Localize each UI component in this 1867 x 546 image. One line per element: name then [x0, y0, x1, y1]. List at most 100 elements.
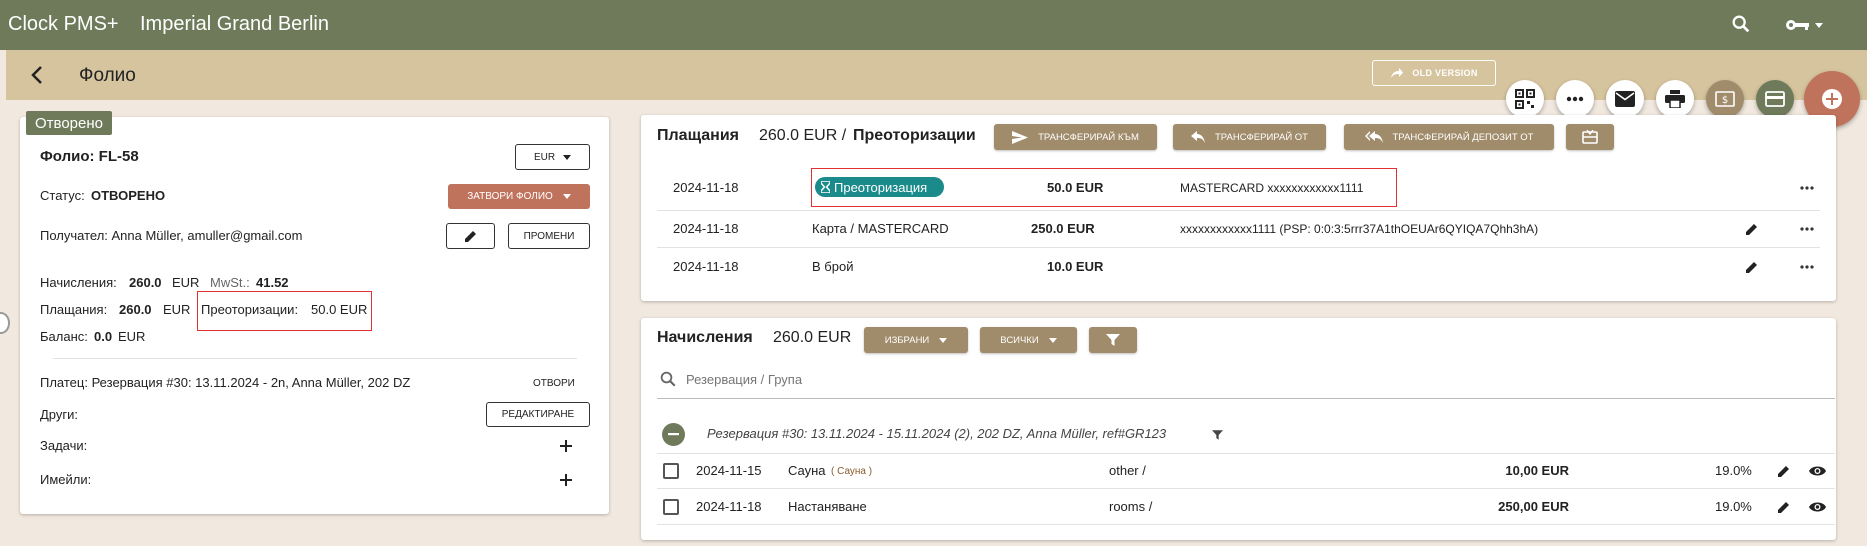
- row-divider: [657, 247, 1820, 248]
- currency-select-value: EUR: [533, 151, 556, 163]
- charge-category: rooms /: [1109, 499, 1153, 514]
- transfer-to-button[interactable]: ТРАНСФЕРИРАЙ КЪМ: [994, 124, 1157, 150]
- money-icon: $: [1715, 91, 1735, 107]
- row-divider: [657, 453, 1835, 454]
- eye-icon[interactable]: [1809, 501, 1826, 513]
- preauth-row-highlight: [811, 168, 1397, 207]
- charge-subname: ( Сауна ): [831, 466, 873, 477]
- side-panel-handle[interactable]: [0, 312, 10, 334]
- change-recipient-button[interactable]: ПРОМЕНИ: [508, 223, 590, 249]
- row-checkbox[interactable]: [663, 499, 679, 515]
- pencil-icon[interactable]: [1745, 260, 1759, 274]
- qr-code-button[interactable]: [1506, 80, 1544, 118]
- pencil-icon[interactable]: [1745, 222, 1759, 236]
- add-task-icon[interactable]: [559, 439, 573, 453]
- row-divider: [657, 524, 1835, 525]
- back-arrow-icon[interactable]: [26, 63, 50, 87]
- close-folio-label: ЗАТВОРИ ФОЛИО: [467, 191, 553, 202]
- search-icon: [660, 371, 676, 387]
- email-button[interactable]: [1606, 80, 1644, 118]
- all-filter-button[interactable]: ВСИЧКИ: [980, 327, 1077, 353]
- payment-button[interactable]: $: [1706, 80, 1744, 118]
- vat-value: 41.52: [256, 275, 289, 290]
- gift-voucher-button[interactable]: [1566, 124, 1614, 150]
- divider: [53, 358, 577, 359]
- gift-card-icon: [1582, 130, 1598, 144]
- preauth-value: 50.0 EUR: [311, 302, 368, 317]
- send-icon: [1012, 130, 1029, 144]
- transfer-deposit-label: ТРАНСФЕРИРАЙ ДЕПОЗИТ ОТ: [1392, 131, 1534, 143]
- open-reservation-link[interactable]: ОТВОРИ: [533, 378, 575, 389]
- currency-select[interactable]: EUR: [515, 144, 590, 170]
- charge-date: 2024-11-15: [696, 463, 762, 478]
- preauth-title: Преоторизации: [853, 127, 976, 144]
- app-name: Clock PMS+: [8, 13, 119, 35]
- eye-icon[interactable]: [1809, 465, 1826, 477]
- search-icon[interactable]: [1730, 13, 1752, 35]
- edit-recipient-button[interactable]: [446, 223, 495, 249]
- payment-amount: 10.0 EUR: [1047, 259, 1104, 274]
- payments-value: 260.0: [119, 302, 152, 317]
- svg-text:$: $: [1722, 95, 1728, 106]
- charges-search-input[interactable]: [686, 368, 1816, 390]
- filter-icon[interactable]: [1212, 430, 1223, 440]
- filter-icon: [1106, 334, 1120, 346]
- charges-value: 260.0: [129, 275, 162, 290]
- edit-others-button[interactable]: РЕДАКТИРАНЕ: [486, 402, 590, 427]
- payments-label: Плащания:: [40, 302, 108, 317]
- charge-name: Сауна: [788, 463, 826, 478]
- charge-vat: 19.0%: [1715, 499, 1752, 514]
- payment-date: 2024-11-18: [673, 221, 739, 236]
- more-horiz-icon: [1566, 96, 1584, 102]
- print-button[interactable]: [1656, 80, 1694, 118]
- page-title: Фолио: [79, 65, 136, 86]
- pencil-icon[interactable]: [1777, 500, 1791, 514]
- more-horiz-icon[interactable]: [1800, 227, 1814, 231]
- qr-code-icon: [1515, 89, 1535, 109]
- row-divider: [657, 488, 1835, 489]
- key-icon[interactable]: [1785, 15, 1825, 35]
- add-circle-icon: [1822, 89, 1842, 109]
- charges-label: Начисления:: [40, 275, 117, 290]
- charges-title: Начисления: [657, 329, 753, 346]
- close-folio-button[interactable]: ЗАТВОРИ ФОЛИО: [448, 184, 590, 209]
- card-button[interactable]: [1756, 80, 1794, 118]
- pencil-icon: [464, 231, 476, 242]
- payment-type: Карта / MASTERCARD: [812, 221, 949, 236]
- hotel-name[interactable]: Imperial Grand Berlin: [140, 13, 329, 36]
- payment-details: xxxxxxxxxxxx1111 (PSP: 0:0:3:5rrr37A1thO…: [1180, 222, 1539, 236]
- filter-button[interactable]: [1089, 327, 1137, 353]
- reply-icon: [1191, 131, 1205, 143]
- payment-amount: 250.0 EUR: [1031, 221, 1095, 236]
- pencil-icon[interactable]: [1777, 464, 1791, 478]
- payer-text: Платец: Резервация #30: 13.11.2024 - 2n,…: [40, 375, 411, 390]
- change-label: ПРОМЕНИ: [523, 230, 575, 242]
- more-horiz-icon[interactable]: [1800, 186, 1814, 190]
- charge-amount: 10,00 EUR: [1505, 463, 1569, 478]
- payment-date: 2024-11-18: [673, 259, 739, 274]
- selected-filter-button[interactable]: ИЗБРАНИ: [864, 327, 968, 353]
- search-underline: [657, 398, 1835, 399]
- balance-currency: EUR: [118, 329, 146, 344]
- more-actions-button[interactable]: [1556, 80, 1594, 118]
- transfer-deposit-button[interactable]: ТРАНСФЕРИРАЙ ДЕПОЗИТ ОТ: [1344, 124, 1554, 150]
- charge-vat: 19.0%: [1715, 463, 1752, 478]
- charges-amount: 260.0 EUR: [773, 329, 852, 346]
- chevron-down-icon: [563, 154, 572, 160]
- transfer-to-label: ТРАНСФЕРИРАЙ КЪМ: [1038, 131, 1139, 143]
- collapse-group-button[interactable]: [662, 423, 685, 446]
- chevron-down-icon: [939, 337, 948, 343]
- emails-label: Имейли:: [40, 472, 92, 487]
- transfer-from-button[interactable]: ТРАНСФЕРИРАЙ ОТ: [1173, 124, 1326, 150]
- mail-icon: [1615, 91, 1635, 107]
- add-email-icon[interactable]: [559, 473, 573, 487]
- balance-label: Баланс:: [40, 329, 88, 344]
- charges-currency: EUR: [172, 275, 200, 290]
- transfer-from-label: ТРАНСФЕРИРАЙ ОТ: [1215, 131, 1308, 143]
- row-divider: [657, 210, 1820, 211]
- old-version-button[interactable]: OLD VERSION: [1372, 60, 1496, 86]
- more-horiz-icon[interactable]: [1800, 265, 1814, 269]
- edit-label: РЕДАКТИРАНЕ: [501, 409, 575, 420]
- row-checkbox[interactable]: [663, 463, 679, 479]
- others-label: Други:: [40, 407, 79, 422]
